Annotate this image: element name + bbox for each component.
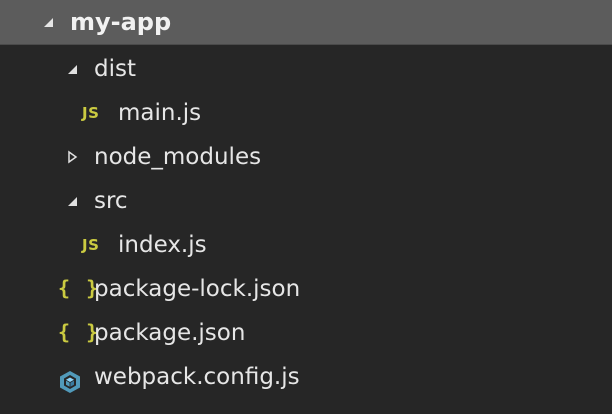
chevron-down-icon[interactable] xyxy=(62,179,82,223)
js-file-icon: JS xyxy=(82,236,100,254)
file-explorer: my-app dist JS main.js node_modules src … xyxy=(0,0,612,414)
folder-row-src[interactable]: src xyxy=(0,179,612,223)
file-row-package-lock-json[interactable]: { } package-lock.json xyxy=(0,267,612,311)
file-row-main-js[interactable]: JS main.js xyxy=(0,91,612,135)
folder-row-dist[interactable]: dist xyxy=(0,47,612,91)
file-label: package-lock.json xyxy=(94,276,301,302)
folder-label: dist xyxy=(94,56,136,82)
chevron-down-icon[interactable] xyxy=(38,0,58,44)
file-label: main.js xyxy=(118,100,202,126)
chevron-right-icon[interactable] xyxy=(62,135,82,179)
folder-label: my-app xyxy=(70,8,172,36)
folder-label: src xyxy=(94,188,128,214)
file-label: index.js xyxy=(118,232,207,258)
js-file-icon: JS xyxy=(82,104,100,122)
folder-label: node_modules xyxy=(94,144,262,170)
folder-row-node-modules[interactable]: node_modules xyxy=(0,135,612,179)
file-row-webpack-config-js[interactable]: webpack.config.js xyxy=(0,355,612,399)
folder-row-my-app[interactable]: my-app xyxy=(0,0,612,45)
file-label: webpack.config.js xyxy=(94,364,300,390)
file-row-package-json[interactable]: { } package.json xyxy=(0,311,612,355)
webpack-icon xyxy=(58,365,82,393)
file-row-index-js[interactable]: JS index.js xyxy=(0,223,612,267)
file-label: package.json xyxy=(94,320,246,346)
chevron-down-icon[interactable] xyxy=(62,47,82,91)
